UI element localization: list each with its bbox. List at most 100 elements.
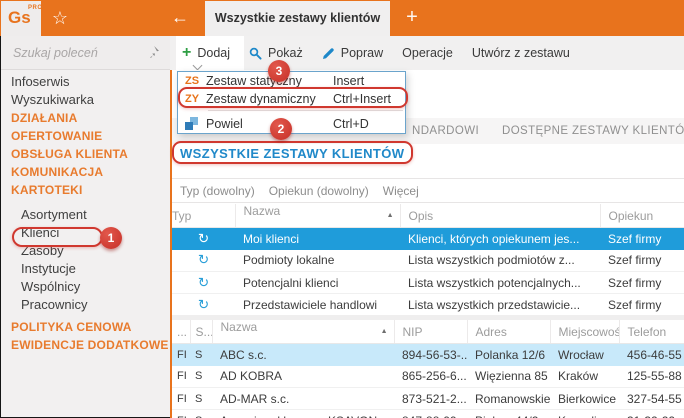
sidebar-section-ofertowanie[interactable]: OFERTOWANIE bbox=[1, 127, 170, 145]
pin-icon[interactable] bbox=[146, 45, 160, 59]
table-row[interactable]: ↻ Potencjalni klienci Lista wszystkich p… bbox=[172, 271, 684, 294]
set-owner-cell: Szef firmy bbox=[600, 271, 684, 294]
set-desc-cell: Klienci, których opiekunem jes... bbox=[408, 231, 580, 246]
sidebar-section-ewidencje-dodatkowe[interactable]: EWIDENCJE DODATKOWE bbox=[1, 336, 170, 354]
col-nip[interactable]: NIP bbox=[394, 320, 468, 344]
sort-asc-icon: ▲ bbox=[380, 328, 388, 335]
new-tab-plus-icon[interactable]: + bbox=[398, 3, 426, 31]
sidebar-item-wyszukiwarka[interactable]: Wyszukiwarka bbox=[1, 91, 170, 109]
pencil-icon bbox=[322, 47, 334, 59]
client-city-cell: Bierkowice bbox=[550, 387, 619, 410]
col-telefon[interactable]: Telefon bbox=[619, 320, 684, 344]
client-type-cell: FI bbox=[172, 387, 190, 410]
sidebar-item-asortyment[interactable]: Asortyment bbox=[1, 206, 170, 224]
sidebar-item-instytucje[interactable]: Instytucje bbox=[1, 260, 170, 278]
sidebar-item-wspolnicy[interactable]: Wspólnicy bbox=[1, 278, 170, 296]
filter-typ[interactable]: Typ (dowolny) bbox=[180, 184, 255, 198]
client-status-cell: S bbox=[190, 409, 212, 418]
show-button-label: Pokaż bbox=[268, 46, 303, 60]
tab-wszystkie-zestawy-klientow[interactable]: Wszystkie zestawy klientów bbox=[205, 1, 390, 36]
set-name-cell: Przedstawiciele handlowi bbox=[235, 293, 400, 316]
client-nip-cell: 873-521-2... bbox=[394, 387, 467, 410]
col-dots[interactable]: ... bbox=[172, 320, 191, 344]
set-owner-cell: Szef firmy bbox=[608, 231, 662, 246]
sidebar-item-infoserwis[interactable]: Infoserwis bbox=[1, 73, 170, 91]
client-phone-cell: 31-32-22 bbox=[619, 409, 684, 418]
edit-button[interactable]: Popraw bbox=[322, 46, 383, 60]
client-status-cell: S bbox=[190, 387, 212, 410]
annotation-step-1: 1 bbox=[100, 227, 122, 249]
operations-button-label: Operacje bbox=[402, 46, 453, 60]
table-row[interactable]: ↻ Przedstawiciele handlowi Lista wszystk… bbox=[172, 293, 684, 316]
filter-wiecej[interactable]: Więcej bbox=[383, 184, 419, 198]
toolbar: + Dodaj Pokaż Popraw Operacje Utwórz z z… bbox=[170, 36, 684, 71]
client-city-cell: Wrocław bbox=[550, 343, 619, 366]
client-address-cell: Więzienna 85 bbox=[467, 365, 550, 388]
menu-separator bbox=[208, 110, 403, 111]
magnifier-icon bbox=[249, 47, 262, 60]
col-miejscowosc[interactable]: Miejscowość bbox=[550, 320, 620, 344]
copy-icon-wrap bbox=[178, 117, 206, 130]
filter-opiekun[interactable]: Opiekun (dowolny) bbox=[269, 184, 369, 198]
set-name-cell: Moi klienci bbox=[243, 231, 300, 246]
client-sets-table: Typ Nazwa ▲ Opis Opiekun ↻ Moi klienci K… bbox=[172, 204, 684, 316]
table-row[interactable]: ↻ Moi klienci Klienci, których opiekunem… bbox=[172, 227, 684, 250]
col-nazwa[interactable]: Nazwa ▲ bbox=[235, 204, 401, 228]
table-row[interactable]: FI S AD KOBRA 865-256-6... Więzienna 85 … bbox=[172, 365, 684, 388]
app-logo[interactable]: Gs PRO bbox=[1, 1, 42, 36]
create-from-set-label: Utwórz z zestawu bbox=[471, 46, 570, 60]
col-opiekun[interactable]: Opiekun bbox=[600, 204, 684, 228]
sidebar-section-komunikacja[interactable]: KOMUNIKACJA bbox=[1, 163, 170, 181]
set-owner-cell: Szef firmy bbox=[600, 293, 684, 316]
table-row[interactable]: ↻ Podmioty lokalne Lista wszystkich podm… bbox=[172, 249, 684, 272]
app-logo-text: Gs bbox=[8, 8, 31, 27]
col-nazwa[interactable]: Nazwa ▲ bbox=[212, 320, 395, 344]
client-type-cell: FI bbox=[172, 343, 190, 366]
top-bar: Gs PRO ☆ ← Wszystkie zestawy klientów + bbox=[0, 0, 684, 36]
dynamic-set-icon: ↻ bbox=[197, 230, 210, 246]
table-header-row: Typ Nazwa ▲ Opis Opiekun bbox=[172, 204, 684, 228]
client-name-cell: AD KOBRA bbox=[212, 365, 394, 388]
sidebar-section-polityka-cenowa[interactable]: POLITYKA CENOWA bbox=[1, 318, 170, 336]
table-row[interactable]: FI S AD-MAR s.c. 873-521-2... Romanowski… bbox=[172, 387, 684, 410]
table-header-row: ... S... Nazwa ▲ NIP Adres Miejscowość T… bbox=[172, 320, 684, 344]
col-s[interactable]: S... bbox=[190, 320, 213, 344]
create-from-set-button[interactable]: Utwórz z zestawu bbox=[472, 46, 570, 60]
plus-icon: + bbox=[182, 44, 192, 61]
set-desc-cell: Lista wszystkich potencjalnych... bbox=[400, 271, 600, 294]
col-typ[interactable]: Typ bbox=[172, 204, 236, 228]
set-name-cell: Potencjalni klienci bbox=[235, 271, 400, 294]
copy-icon bbox=[185, 117, 198, 130]
client-name-cell: ABC s.c. bbox=[212, 343, 394, 366]
operations-button[interactable]: Operacje bbox=[402, 46, 453, 60]
table-row[interactable]: FI S Agencja reklamowa KSAVON 847-88-99-… bbox=[172, 409, 684, 418]
sidebar-section-obsluga-klienta[interactable]: OBSŁUGA KLIENTA bbox=[1, 145, 170, 163]
client-city-cell: Koszalin bbox=[550, 409, 619, 418]
client-address-cell: Piękna 44/2 bbox=[467, 409, 550, 418]
show-button[interactable]: Pokaż bbox=[249, 46, 303, 60]
add-button[interactable]: + Dodaj bbox=[182, 44, 230, 61]
favorites-star-icon[interactable]: ☆ bbox=[48, 5, 72, 31]
client-name-cell: AD-MAR s.c. bbox=[212, 387, 394, 410]
search-input[interactable] bbox=[11, 42, 141, 64]
col-nazwa-label: Nazwa bbox=[220, 320, 258, 334]
tab-dostepne-zestawy-klientow[interactable]: DOSTĘPNE ZESTAWY KLIENTÓW bbox=[502, 118, 684, 144]
client-status-cell: S bbox=[190, 365, 212, 388]
table-row[interactable]: FI S ABC s.c. 894-56-53-... Polanka 12/6… bbox=[172, 343, 684, 366]
edit-button-label: Popraw bbox=[340, 46, 384, 60]
menu-shortcut: Ctrl+D bbox=[333, 116, 369, 131]
sidebar-section-dzialania[interactable]: DZIAŁANIA bbox=[1, 109, 170, 127]
annotation-step-3: 3 bbox=[268, 60, 290, 82]
annotation-box-zestaw-dynamiczny bbox=[178, 87, 408, 108]
client-type-cell: FI bbox=[172, 365, 190, 388]
set-type-cell: ↻ bbox=[172, 271, 235, 294]
client-phone-cell: 327-54-55 bbox=[619, 387, 684, 410]
sidebar-item-pracownicy[interactable]: Pracownicy bbox=[1, 296, 170, 314]
client-city-cell: Kraków bbox=[550, 365, 619, 388]
tab-klienci-standardowi-partial[interactable]: NDARDOWI bbox=[412, 118, 479, 144]
back-arrow-icon[interactable]: ← bbox=[166, 4, 194, 32]
client-address-cell: Romanowskie... bbox=[467, 387, 550, 410]
col-adres[interactable]: Adres bbox=[467, 320, 551, 344]
sidebar-section-kartoteki[interactable]: KARTOTEKI bbox=[1, 181, 170, 199]
col-opis[interactable]: Opis bbox=[400, 204, 601, 228]
